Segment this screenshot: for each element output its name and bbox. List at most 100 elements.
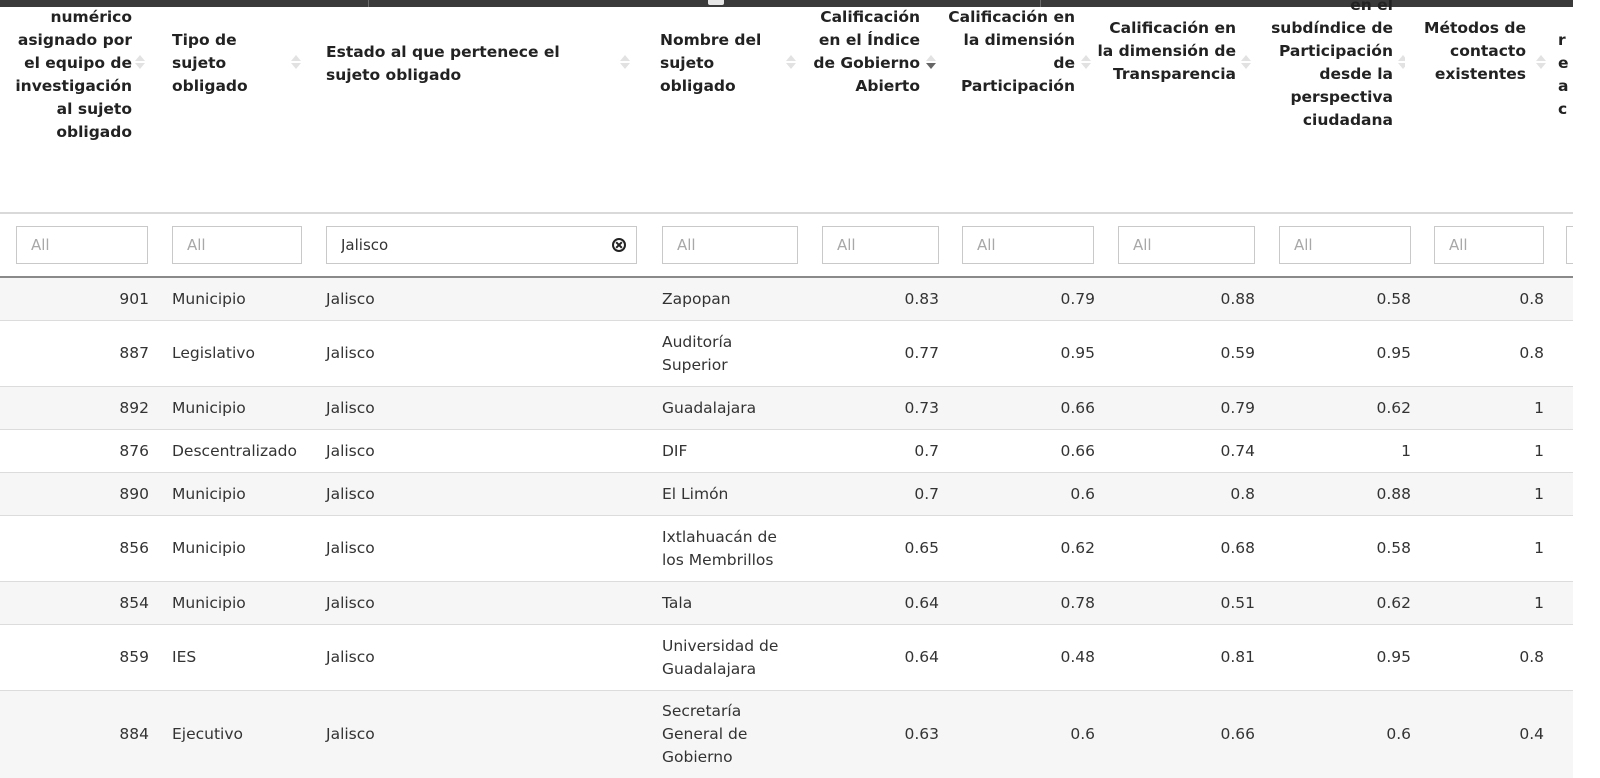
column-header-estado[interactable]: Estado al que pertenece el sujeto obliga… bbox=[310, 0, 640, 212]
filter-input[interactable] bbox=[173, 227, 301, 263]
cell-participacion: 0.66 bbox=[1060, 398, 1095, 417]
column-header-partial[interactable]: re a c bbox=[1550, 0, 1573, 212]
cell-tipo: Descentralizado bbox=[172, 441, 297, 460]
table-row[interactable]: 856 Municipio Jalisco Ixtlahuacán de los… bbox=[0, 516, 1573, 582]
column-header-metodos[interactable]: Métodos de contacto existentes bbox=[1405, 0, 1550, 212]
table-row[interactable]: 892 Municipio Jalisco Guadalajara 0.73 0… bbox=[0, 387, 1573, 430]
column-header-label: Nombre del sujeto obligado bbox=[660, 31, 762, 95]
cell-id: 887 bbox=[119, 344, 149, 362]
filter-input[interactable] bbox=[1435, 227, 1543, 263]
cell-tipo: IES bbox=[172, 648, 197, 666]
cell-estado: Jalisco bbox=[326, 344, 375, 362]
cell-id: 876 bbox=[119, 441, 149, 460]
cell-iga: 0.83 bbox=[904, 289, 939, 308]
filter-transparencia[interactable] bbox=[1118, 226, 1255, 264]
filter-tipo[interactable] bbox=[172, 226, 302, 264]
filter-partial[interactable] bbox=[1566, 226, 1573, 264]
scrollbar-track[interactable] bbox=[1573, 0, 1600, 778]
column-header-label: Tipo de sujeto obligado bbox=[172, 31, 248, 95]
cell-estado: Jalisco bbox=[326, 484, 375, 503]
cell-transparencia: 0.68 bbox=[1220, 539, 1255, 557]
sort-icon[interactable] bbox=[135, 55, 145, 69]
column-header-subindice[interactable]: en el subdíndice de Participación desde … bbox=[1255, 0, 1405, 212]
cell-id: 859 bbox=[119, 648, 149, 666]
filter-input[interactable] bbox=[17, 227, 147, 263]
column-header-label: Calificación en el Índice de Gobierno Ab… bbox=[813, 8, 920, 95]
filter-input[interactable] bbox=[1280, 227, 1410, 263]
cell-transparencia: 0.8 bbox=[1230, 484, 1255, 503]
column-header-label: Métodos de contacto existentes bbox=[1424, 19, 1526, 83]
filter-subindice[interactable] bbox=[1279, 226, 1411, 264]
cell-estado: Jalisco bbox=[326, 289, 375, 308]
column-header-tipo[interactable]: Tipo de sujeto obligado bbox=[160, 0, 310, 212]
cell-iga: 0.65 bbox=[904, 539, 939, 557]
cell-participacion: 0.95 bbox=[1060, 344, 1095, 362]
sort-icon[interactable] bbox=[291, 55, 301, 69]
cell-metodos: 0.8 bbox=[1519, 648, 1544, 666]
cell-metodos: 1 bbox=[1534, 484, 1544, 503]
column-header-iga[interactable]: Calificación en el Índice de Gobierno Ab… bbox=[800, 0, 940, 212]
cell-estado: Jalisco bbox=[326, 539, 375, 557]
cell-participacion: 0.48 bbox=[1060, 648, 1095, 666]
cell-subindice: 0.6 bbox=[1386, 725, 1411, 743]
cell-metodos: 1 bbox=[1534, 593, 1544, 612]
cell-tipo: Legislativo bbox=[172, 344, 255, 362]
table-row[interactable]: 887 Legislativo Jalisco Auditoría Superi… bbox=[0, 321, 1573, 387]
clear-filter-icon[interactable] bbox=[612, 238, 626, 252]
table-row[interactable]: 901 Municipio Jalisco Zapopan 0.83 0.79 … bbox=[0, 278, 1573, 321]
sort-icon[interactable] bbox=[1081, 55, 1091, 69]
table-row[interactable]: 854 Municipio Jalisco Tala 0.64 0.78 0.5… bbox=[0, 582, 1573, 625]
filter-iga[interactable] bbox=[822, 226, 939, 264]
cell-transparencia: 0.88 bbox=[1220, 289, 1255, 308]
cell-nombre: Ixtlahuacán de los Membrillos bbox=[662, 527, 777, 569]
filter-input[interactable] bbox=[963, 227, 1093, 263]
filter-estado[interactable] bbox=[326, 226, 637, 264]
cell-participacion: 0.6 bbox=[1070, 725, 1095, 743]
cell-iga: 0.63 bbox=[904, 725, 939, 743]
filter-input[interactable] bbox=[823, 227, 938, 263]
sort-icon[interactable] bbox=[1536, 55, 1546, 69]
filter-nombre[interactable] bbox=[662, 226, 798, 264]
cell-tipo: Municipio bbox=[172, 593, 246, 612]
cell-iga: 0.7 bbox=[914, 484, 939, 503]
cell-metodos: 0.4 bbox=[1519, 725, 1544, 743]
cell-participacion: 0.6 bbox=[1070, 484, 1095, 503]
table-row[interactable]: 884 Ejecutivo Jalisco Secretaría General… bbox=[0, 691, 1573, 778]
cell-iga: 0.73 bbox=[904, 398, 939, 417]
cell-metodos: 0.8 bbox=[1519, 344, 1544, 362]
filter-participacion[interactable] bbox=[962, 226, 1094, 264]
cell-id: 890 bbox=[119, 484, 149, 503]
cell-subindice: 0.62 bbox=[1376, 593, 1411, 612]
column-header-nombre[interactable]: Nombre del sujeto obligado bbox=[640, 0, 800, 212]
cell-transparencia: 0.51 bbox=[1220, 593, 1255, 612]
filter-id[interactable] bbox=[16, 226, 148, 264]
cell-transparencia: 0.81 bbox=[1220, 648, 1255, 666]
column-header-id[interactable]: numérico asignado por el equipo de inves… bbox=[0, 0, 160, 212]
cell-participacion: 0.66 bbox=[1060, 441, 1095, 460]
cell-tipo: Municipio bbox=[172, 289, 246, 308]
filter-metodos[interactable] bbox=[1434, 226, 1544, 264]
column-header-label: Calificación en la dimensión de Transpar… bbox=[1097, 19, 1236, 83]
sort-icon[interactable] bbox=[786, 55, 796, 69]
cell-id: 854 bbox=[119, 593, 149, 612]
sort-descending-icon[interactable] bbox=[926, 55, 936, 69]
table-row[interactable]: 859 IES Jalisco Universidad de Guadalaja… bbox=[0, 625, 1573, 691]
cell-subindice: 0.88 bbox=[1376, 484, 1411, 503]
filter-input[interactable] bbox=[663, 227, 797, 263]
sort-icon[interactable] bbox=[1398, 55, 1405, 69]
table-row[interactable]: 876 Descentralizado Jalisco DIF 0.7 0.66… bbox=[0, 430, 1573, 473]
cell-nombre: Guadalajara bbox=[662, 398, 757, 417]
cell-metodos: 0.8 bbox=[1519, 289, 1544, 308]
sort-icon[interactable] bbox=[1241, 55, 1251, 69]
cell-subindice: 0.62 bbox=[1376, 398, 1411, 417]
cell-tipo: Municipio bbox=[172, 539, 246, 557]
filter-input[interactable] bbox=[1119, 227, 1254, 263]
filter-input[interactable] bbox=[327, 227, 636, 263]
sort-icon[interactable] bbox=[620, 55, 630, 69]
table-row[interactable]: 890 Municipio Jalisco El Limón 0.7 0.6 0… bbox=[0, 473, 1573, 516]
column-header-transparencia[interactable]: Calificación en la dimensión de Transpar… bbox=[1095, 0, 1255, 212]
header-divider bbox=[0, 212, 1573, 214]
column-header-participacion[interactable]: Calificación en la dimensión de Particip… bbox=[940, 0, 1095, 212]
cell-estado: Jalisco bbox=[326, 593, 375, 612]
cell-nombre: Tala bbox=[662, 593, 693, 612]
